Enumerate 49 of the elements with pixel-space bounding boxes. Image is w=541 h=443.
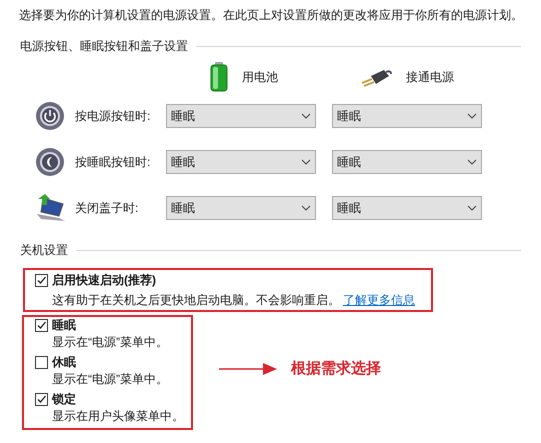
battery-icon <box>210 62 228 92</box>
check-icon <box>36 274 47 286</box>
chevron-down-icon <box>467 205 477 211</box>
chevron-down-icon <box>301 159 311 165</box>
dropdown-value: 睡眠 <box>171 200 195 216</box>
section-heading: 电源按钮、睡眠按钮和盖子设置 <box>20 38 188 54</box>
checkbox-label: 启用快速启动(推荐) <box>52 272 156 288</box>
dropdown-value: 睡眠 <box>337 108 361 124</box>
row-label: 按睡眠按钮时: <box>75 154 152 170</box>
row-label: 关闭盖子时: <box>75 200 140 216</box>
description-text: 显示在“电源”菜单中。 <box>52 372 168 386</box>
dropdown-value: 睡眠 <box>337 154 361 170</box>
chevron-down-icon <box>467 113 477 119</box>
dropdown[interactable]: 睡眠 <box>166 150 316 174</box>
description-text: 显示在“电源”菜单中。 <box>52 335 168 349</box>
dropdown-value: 睡眠 <box>337 200 361 216</box>
chevron-down-icon <box>467 159 477 165</box>
row-label: 按电源按钮时: <box>75 108 152 124</box>
chevron-down-icon <box>301 113 311 119</box>
dropdown[interactable]: 睡眠 <box>332 150 482 174</box>
checkbox[interactable] <box>35 356 48 368</box>
dropdown[interactable]: 睡眠 <box>166 196 316 220</box>
annotation-text: 根据需求选择 <box>291 360 381 376</box>
chevron-down-icon <box>301 205 311 211</box>
checkbox[interactable] <box>35 318 48 332</box>
dropdown[interactable]: 睡眠 <box>332 104 482 128</box>
description-text: 这有助于在关机之后更快地启动电脑。不会影响重启。 <box>52 292 340 308</box>
dropdown[interactable]: 睡眠 <box>332 196 482 220</box>
dropdown[interactable]: 睡眠 <box>166 104 316 128</box>
checkbox-label: 睡眠 <box>52 317 76 333</box>
section-heading: 关机设置 <box>20 242 68 258</box>
power-button-icon <box>35 101 65 131</box>
intro-text: 选择要为你的计算机设置的电源设置。在此页上对设置所做的更改将应用于你所有的电源计划。 <box>19 7 524 23</box>
column-header: 用电池 <box>242 69 278 85</box>
plug-icon <box>360 67 392 87</box>
column-header: 接通电源 <box>406 69 454 85</box>
checkbox-label: 休眠 <box>52 354 76 370</box>
check-icon <box>36 320 47 330</box>
arrow-icon <box>219 362 277 374</box>
checkbox-label: 锁定 <box>52 391 76 407</box>
description-text: 显示在用户头像菜单中。 <box>52 409 184 423</box>
dropdown-value: 睡眠 <box>171 154 195 170</box>
learn-more-link[interactable]: 了解更多信息 <box>343 292 415 308</box>
check-icon <box>36 394 47 404</box>
sleep-button-icon <box>35 147 65 177</box>
checkbox[interactable] <box>35 392 48 406</box>
laptop-icon <box>35 194 67 222</box>
checkbox[interactable] <box>35 274 48 286</box>
dropdown-value: 睡眠 <box>171 108 195 124</box>
